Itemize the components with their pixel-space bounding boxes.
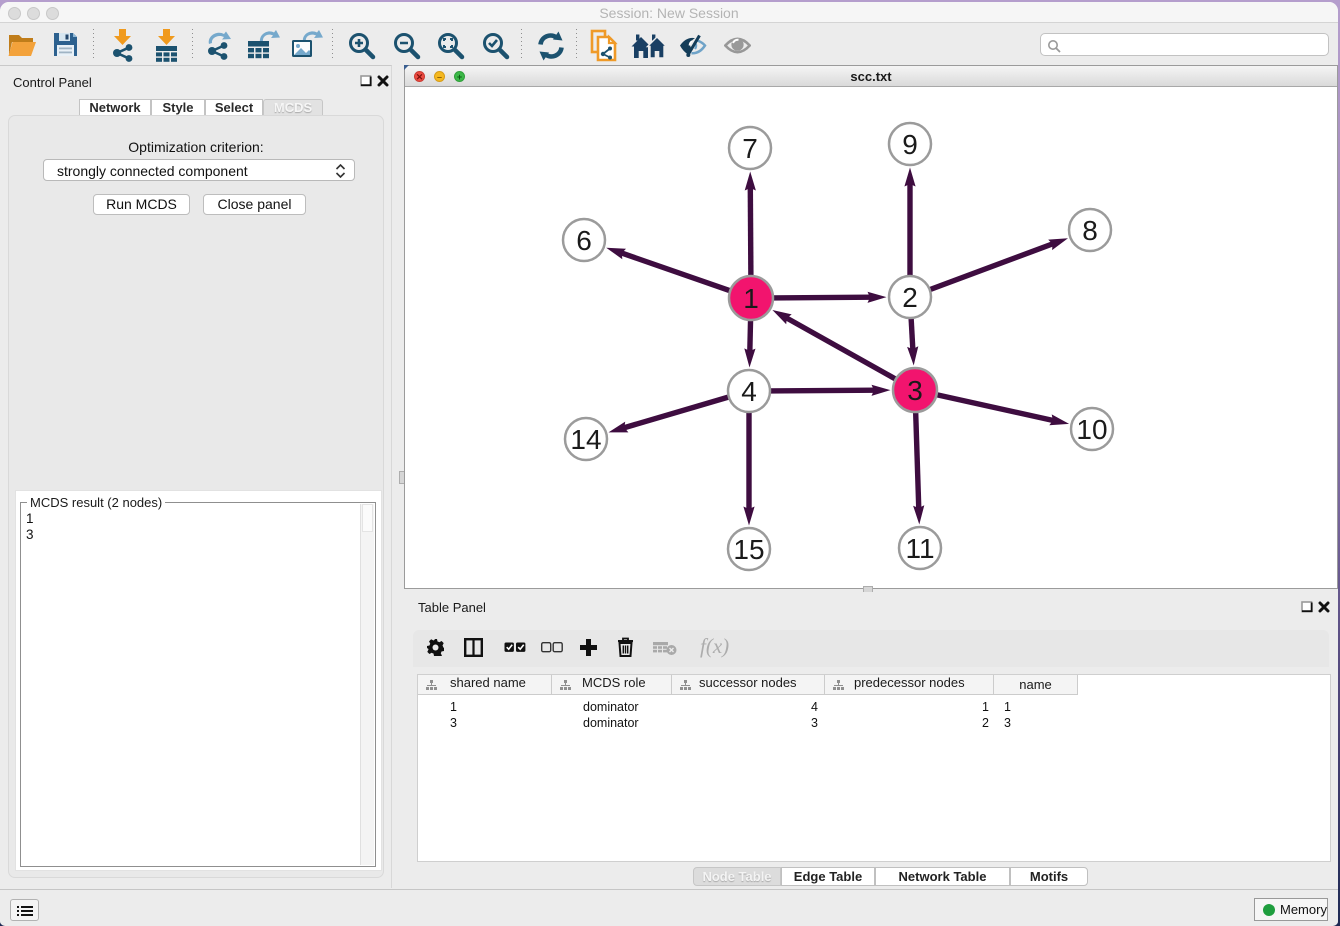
svg-text:15: 15 — [733, 534, 764, 565]
svg-text:11: 11 — [905, 533, 934, 564]
svg-text:6: 6 — [576, 225, 592, 256]
svg-text:8: 8 — [1082, 215, 1098, 246]
svg-text:4: 4 — [741, 376, 757, 407]
svg-text:10: 10 — [1076, 414, 1107, 445]
svg-text:7: 7 — [742, 133, 758, 164]
svg-text:9: 9 — [902, 129, 918, 160]
svg-text:2: 2 — [902, 282, 918, 313]
svg-text:3: 3 — [907, 375, 923, 406]
svg-text:1: 1 — [743, 283, 759, 314]
svg-text:14: 14 — [570, 424, 601, 455]
